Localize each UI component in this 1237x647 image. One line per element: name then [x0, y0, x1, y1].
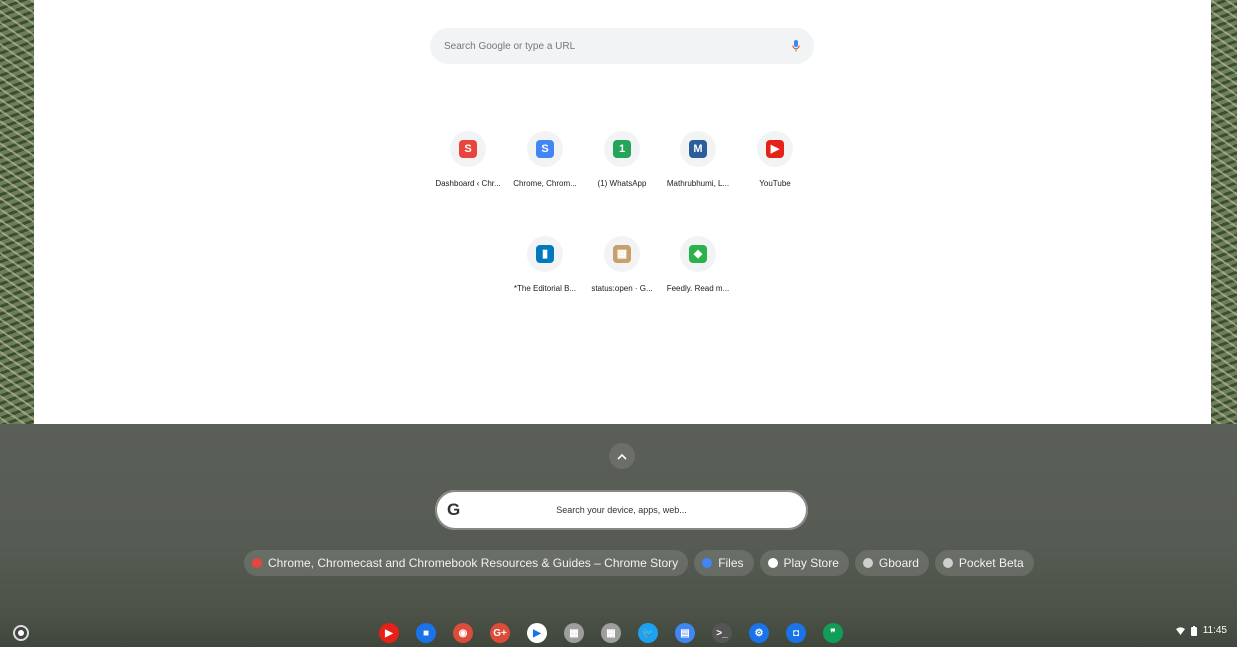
camera-icon[interactable]: ◘ [786, 623, 806, 643]
shortcut-tile[interactable]: ▮ *The Editorial B... [503, 236, 587, 293]
gerrit-icon: ▦ [613, 245, 631, 263]
chip-label: Files [718, 556, 744, 570]
chevron-up-icon [617, 453, 627, 460]
suggestion-chip[interactable]: Pocket Beta [934, 550, 1034, 576]
shortcut-icon-circle: ▶ [757, 131, 793, 167]
shortcut-icon-circle: ▮ [527, 236, 563, 272]
shortcut-label: Chrome, Chrom... [513, 179, 577, 188]
shortcut-label: Feedly. Read m... [666, 284, 730, 293]
gboard-icon [862, 558, 873, 568]
suggestion-chips: Chrome, Chromecast and Chromebook Resour… [244, 550, 1034, 576]
suggestion-chip[interactable]: Files [694, 550, 754, 576]
suggestion-chip[interactable]: Chrome, Chromecast and Chromebook Resour… [244, 550, 689, 576]
suggestion-chip[interactable]: Gboard [854, 550, 929, 576]
chrome-icon[interactable]: ◉ [453, 623, 473, 643]
docs-icon[interactable]: ▤ [675, 623, 695, 643]
shortcut-icon-circle: S [527, 131, 563, 167]
google-g-icon: G [447, 500, 461, 519]
launcher-search-input[interactable]: Search your device, apps, web... [435, 505, 808, 515]
chip-label: Chrome, Chromecast and Chromebook Resour… [268, 556, 679, 570]
shortcut-label: status:open · G... [591, 284, 653, 293]
app-grey-2-icon[interactable]: ▦ [601, 623, 621, 643]
launcher-button[interactable] [13, 625, 29, 641]
play-store-icon[interactable]: ▶ [527, 623, 547, 643]
hangouts-icon[interactable]: ❞ [823, 623, 843, 643]
shortcut-icon-circle: 1 [604, 131, 640, 167]
expand-launcher-button[interactable] [609, 443, 635, 469]
feedly-icon: ◆ [689, 245, 707, 263]
suggestion-chip[interactable]: Play Store [759, 550, 849, 576]
battery-icon [1190, 625, 1197, 636]
chip-label: Play Store [783, 556, 839, 570]
chrome-story-icon [252, 558, 262, 568]
chip-label: Pocket Beta [958, 556, 1024, 570]
app-grey-1-icon[interactable]: ▦ [564, 623, 584, 643]
wifi-icon [1175, 626, 1185, 635]
chrome-story-icon: S [459, 140, 477, 158]
chip-label: Gboard [878, 556, 919, 570]
shortcut-label: Mathrubhumi, L... [666, 179, 730, 188]
play-store-icon [767, 558, 778, 568]
files-icon [702, 558, 713, 568]
new-tab-page: Search Google or type a URL S Dashboard ‹… [34, 0, 1211, 424]
shortcut-tile[interactable]: S Dashboard ‹ Chr... [426, 131, 510, 188]
settings-icon[interactable]: ⚙ [749, 623, 769, 643]
shortcut-tile[interactable]: 1 (1) WhatsApp [580, 131, 664, 188]
search-input[interactable]: Search Google or type a URL [444, 41, 575, 52]
microphone-icon[interactable] [792, 40, 800, 52]
shortcut-label: *The Editorial B... [513, 284, 577, 293]
shortcut-tile[interactable]: M Mathrubhumi, L... [656, 131, 740, 188]
whatsapp-icon: 1 [613, 140, 631, 158]
shortcut-icon-circle: ▦ [604, 236, 640, 272]
twitter-icon[interactable]: 🐦 [638, 623, 658, 643]
google-plus-icon[interactable]: G+ [490, 623, 510, 643]
clock: 11:45 [1202, 625, 1227, 636]
shortcut-icon-circle: S [450, 131, 486, 167]
pinned-apps: ▶ ■ ◉ G+ ▶ ▦ ▦ 🐦 ▤ >_ ⚙ ◘ ❞ [379, 623, 843, 643]
wallpaper-right [1211, 0, 1237, 430]
files-icon[interactable]: ■ [416, 623, 436, 643]
shortcut-tile[interactable]: ◆ Feedly. Read m... [656, 236, 740, 293]
shortcut-tile[interactable]: ▶ YouTube [733, 131, 817, 188]
shortcut-tile[interactable]: S Chrome, Chrom... [503, 131, 587, 188]
chrome-story-icon: S [536, 140, 554, 158]
launcher-search-box[interactable]: G Search your device, apps, web... [435, 490, 808, 530]
google-search-box[interactable]: Search Google or type a URL [430, 28, 814, 64]
shortcut-label: (1) WhatsApp [597, 179, 647, 188]
shelf: ▶ ■ ◉ G+ ▶ ▦ ▦ 🐦 ▤ >_ ⚙ ◘ ❞ 11:45 [0, 617, 1237, 647]
shortcut-icon-circle: ◆ [680, 236, 716, 272]
status-tray[interactable]: 11:45 [1175, 625, 1227, 636]
shortcut-tile[interactable]: ▦ status:open · G... [580, 236, 664, 293]
shortcut-icon-circle: M [680, 131, 716, 167]
pocket-icon [942, 558, 953, 568]
shortcut-label: YouTube [759, 179, 791, 188]
wallpaper-left [0, 0, 34, 430]
trello-icon: ▮ [536, 245, 554, 263]
mathrubhumi-icon: M [689, 140, 707, 158]
youtube-icon: ▶ [766, 140, 784, 158]
terminal-icon[interactable]: >_ [712, 623, 732, 643]
shortcut-label: Dashboard ‹ Chr... [435, 179, 501, 188]
youtube-icon[interactable]: ▶ [379, 623, 399, 643]
